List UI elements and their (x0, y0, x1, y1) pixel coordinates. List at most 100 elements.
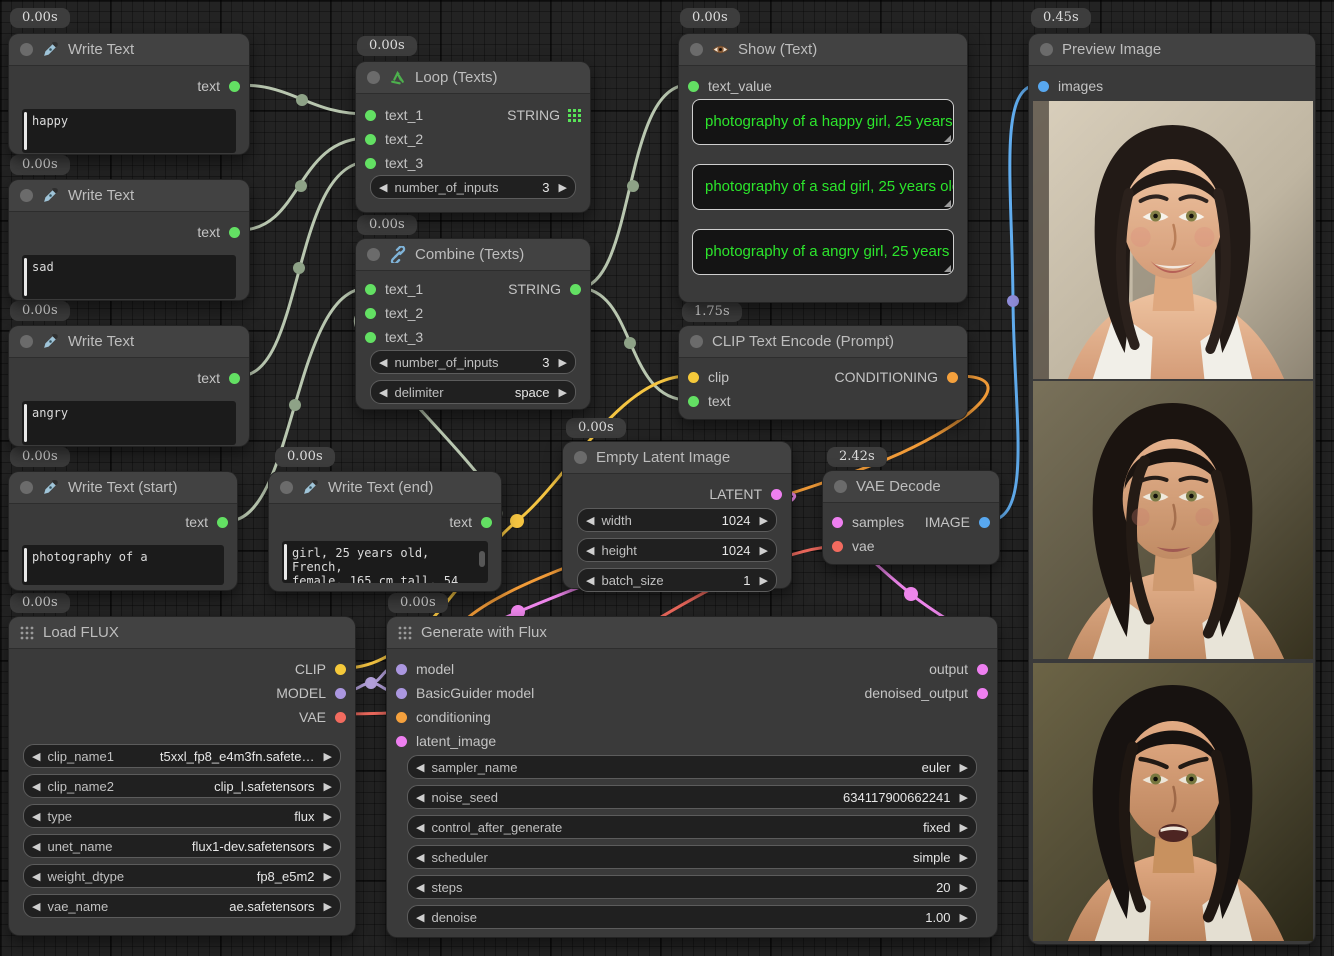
decrement-arrow-icon[interactable]: ◀ (32, 840, 40, 853)
input-slot-samples[interactable] (832, 517, 843, 528)
input-slot-text-1[interactable] (365, 284, 376, 295)
input-slot-images[interactable] (1038, 81, 1049, 92)
increment-arrow-icon[interactable]: ▶ (760, 544, 768, 557)
increment-arrow-icon[interactable]: ▶ (559, 181, 567, 194)
widget-width[interactable]: ◀ width 1024 ▶ (577, 508, 777, 532)
increment-arrow-icon[interactable]: ▶ (960, 881, 968, 894)
output-slot-latent[interactable] (771, 489, 782, 500)
increment-arrow-icon[interactable]: ▶ (324, 900, 332, 913)
node-write-text-happy[interactable]: Write Text text happy (8, 33, 250, 155)
node-show-text[interactable]: Show (Text) text_value photography of a … (678, 33, 968, 303)
output-slot-conditioning[interactable] (947, 372, 958, 383)
list-output-grid-icon[interactable] (568, 109, 581, 122)
decrement-arrow-icon[interactable]: ◀ (32, 900, 40, 913)
decrement-arrow-icon[interactable]: ◀ (416, 851, 424, 864)
output-slot-string[interactable] (570, 284, 581, 295)
increment-arrow-icon[interactable]: ▶ (960, 821, 968, 834)
node-title-bar[interactable]: Write Text (end) (269, 472, 501, 504)
increment-arrow-icon[interactable]: ▶ (960, 761, 968, 774)
output-slot-text[interactable] (229, 373, 240, 384)
shown-text-box[interactable]: photography of a happy girl, 25 years ol… (692, 99, 954, 145)
text-input[interactable]: sad (22, 255, 236, 299)
node-load-flux[interactable]: Load FLUX CLIP MODEL VAE ◀ clip_name1 t5… (8, 616, 356, 936)
widget-unet-name[interactable]: ◀ unet_name flux1-dev.safetensors ▶ (23, 834, 341, 858)
text-input[interactable]: girl, 25 years old, French, female, 165 … (282, 541, 488, 583)
decrement-arrow-icon[interactable]: ◀ (416, 881, 424, 894)
input-slot-text-value[interactable] (688, 81, 699, 92)
node-title-bar[interactable]: VAE Decode (823, 471, 999, 503)
node-title-bar[interactable]: Show (Text) (679, 34, 967, 66)
widget-batch-size[interactable]: ◀ batch_size 1 ▶ (577, 568, 777, 592)
node-write-text-start[interactable]: Write Text (start) text photography of a (8, 471, 238, 591)
widget-clip-name2[interactable]: ◀ clip_name2 clip_l.safetensors ▶ (23, 774, 341, 798)
decrement-arrow-icon[interactable]: ◀ (32, 750, 40, 763)
node-title-bar[interactable]: Write Text (9, 180, 249, 212)
text-input[interactable]: photography of a (22, 545, 224, 585)
decrement-arrow-icon[interactable]: ◀ (416, 791, 424, 804)
node-empty-latent-image[interactable]: Empty Latent Image LATENT ◀ width 1024 ▶… (562, 441, 792, 589)
node-title-bar[interactable]: Write Text (9, 326, 249, 358)
increment-arrow-icon[interactable]: ▶ (324, 840, 332, 853)
node-title-bar[interactable]: Combine (Texts) (356, 239, 590, 271)
decrement-arrow-icon[interactable]: ◀ (586, 514, 594, 527)
output-slot-text[interactable] (481, 517, 492, 528)
shown-text-box[interactable]: photography of a sad girl, 25 years old,… (692, 164, 954, 210)
input-slot-clip[interactable] (688, 372, 699, 383)
increment-arrow-icon[interactable]: ▶ (760, 574, 768, 587)
widget-noise-seed[interactable]: ◀ noise_seed 634117900662241 ▶ (407, 785, 977, 809)
input-slot-model[interactable] (396, 664, 407, 675)
input-slot-text-2[interactable] (365, 308, 376, 319)
output-slot-text[interactable] (229, 81, 240, 92)
increment-arrow-icon[interactable]: ▶ (324, 870, 332, 883)
widget-height[interactable]: ◀ height 1024 ▶ (577, 538, 777, 562)
decrement-arrow-icon[interactable]: ◀ (416, 911, 424, 924)
increment-arrow-icon[interactable]: ▶ (324, 810, 332, 823)
text-input[interactable]: happy (22, 109, 236, 153)
decrement-arrow-icon[interactable]: ◀ (32, 870, 40, 883)
input-slot-vae[interactable] (832, 541, 843, 552)
increment-arrow-icon[interactable]: ▶ (324, 750, 332, 763)
node-write-text-end[interactable]: Write Text (end) text girl, 25 years old… (268, 471, 502, 592)
node-title-bar[interactable]: CLIP Text Encode (Prompt) (679, 326, 967, 358)
input-slot-conditioning[interactable] (396, 712, 407, 723)
input-slot-text[interactable] (688, 396, 699, 407)
text-input[interactable]: angry (22, 401, 236, 445)
node-title-bar[interactable]: Write Text (start) (9, 472, 237, 504)
output-slot-vae[interactable] (335, 712, 346, 723)
decrement-arrow-icon[interactable]: ◀ (379, 356, 387, 369)
widget-number-of-inputs[interactable]: ◀ number_of_inputs 3 ▶ (370, 175, 576, 199)
output-slot-image[interactable] (979, 517, 990, 528)
widget-control-after-generate[interactable]: ◀ control_after_generate fixed ▶ (407, 815, 977, 839)
node-clip-text-encode[interactable]: CLIP Text Encode (Prompt) clip CONDITION… (678, 325, 968, 420)
node-preview-image[interactable]: Preview Image images (1028, 33, 1316, 945)
shown-text-box[interactable]: photography of a angry girl, 25 years ol… (692, 229, 954, 275)
increment-arrow-icon[interactable]: ▶ (324, 780, 332, 793)
decrement-arrow-icon[interactable]: ◀ (416, 821, 424, 834)
preview-image-sad[interactable] (1033, 381, 1313, 659)
node-loop-texts[interactable]: Loop (Texts) text_1 STRING text_2 text_3… (355, 61, 591, 213)
node-title-bar[interactable]: Empty Latent Image (563, 442, 791, 474)
increment-arrow-icon[interactable]: ▶ (960, 851, 968, 864)
increment-arrow-icon[interactable]: ▶ (559, 356, 567, 369)
decrement-arrow-icon[interactable]: ◀ (32, 810, 40, 823)
decrement-arrow-icon[interactable]: ◀ (586, 544, 594, 557)
resize-handle-icon[interactable] (944, 200, 951, 207)
widget-vae-name[interactable]: ◀ vae_name ae.safetensors ▶ (23, 894, 341, 918)
node-generate-with-flux[interactable]: Generate with Flux model output BasicGui… (386, 616, 998, 938)
output-slot-model[interactable] (335, 688, 346, 699)
decrement-arrow-icon[interactable]: ◀ (379, 181, 387, 194)
decrement-arrow-icon[interactable]: ◀ (586, 574, 594, 587)
node-title-bar[interactable]: Loop (Texts) (356, 62, 590, 94)
node-graph-canvas[interactable]: 0.00s 0.00s 0.00s 0.00s 0.00s 0.00s 0.00… (0, 0, 1334, 956)
decrement-arrow-icon[interactable]: ◀ (416, 761, 424, 774)
decrement-arrow-icon[interactable]: ◀ (32, 780, 40, 793)
widget-delimiter[interactable]: ◀ delimiter space ▶ (370, 380, 576, 404)
widget-weight-dtype[interactable]: ◀ weight_dtype fp8_e5m2 ▶ (23, 864, 341, 888)
widget-number-of-inputs[interactable]: ◀ number_of_inputs 3 ▶ (370, 350, 576, 374)
increment-arrow-icon[interactable]: ▶ (960, 911, 968, 924)
widget-steps[interactable]: ◀ steps 20 ▶ (407, 875, 977, 899)
input-slot-text-2[interactable] (365, 134, 376, 145)
widget-clip-name1[interactable]: ◀ clip_name1 t5xxl_fp8_e4m3fn.safete… ▶ (23, 744, 341, 768)
resize-handle-icon[interactable] (944, 265, 951, 272)
textarea-scrollbar[interactable] (479, 551, 485, 567)
